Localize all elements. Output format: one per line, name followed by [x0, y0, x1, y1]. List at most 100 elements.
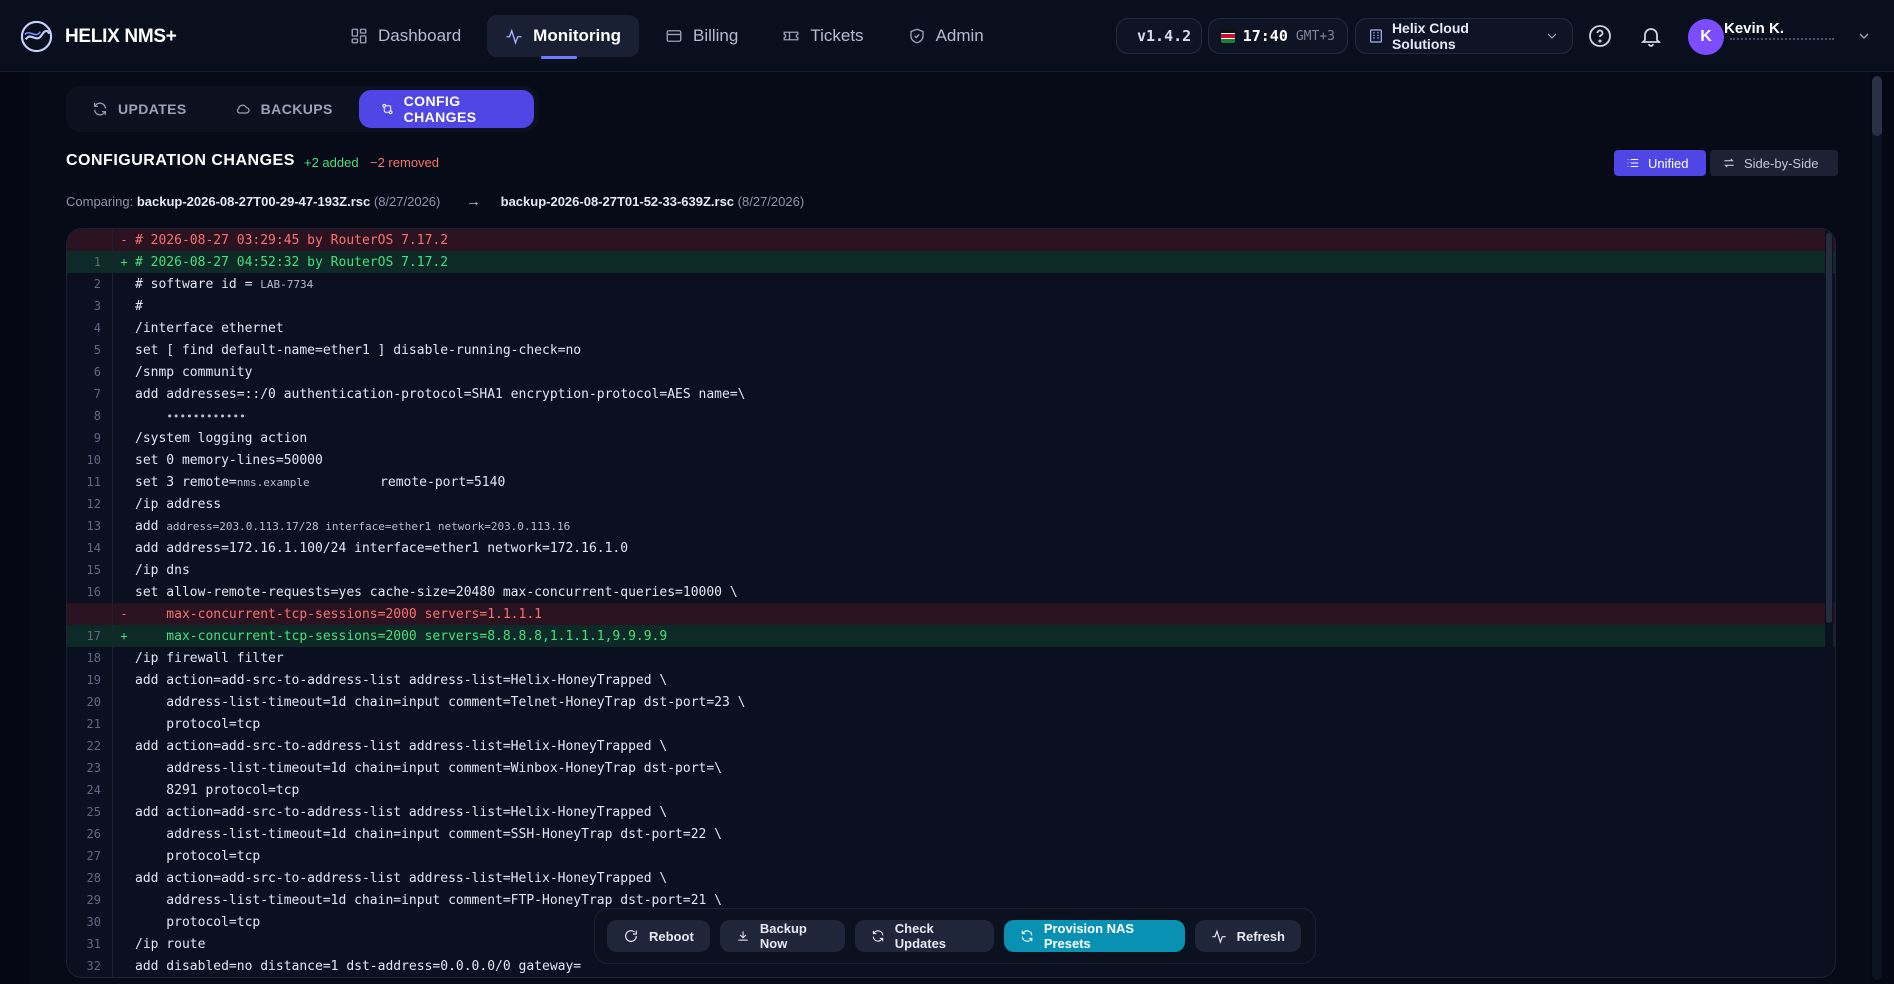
diff-line-removed: - max-concurrent-tcp-sessions=2000 serve… — [67, 603, 1835, 625]
organization-selector[interactable]: Helix Cloud Solutions — [1355, 18, 1573, 54]
tab-updates[interactable]: UPDATES — [70, 90, 209, 128]
diff-line-text: address-list-timeout=1d chain=input comm… — [135, 695, 1835, 710]
list-icon — [1627, 158, 1639, 168]
diff-gutter — [101, 845, 113, 867]
page-scrollbar[interactable] — [1870, 72, 1894, 984]
diff-line-text: add addresses=::/0 authentication-protoc… — [135, 387, 1835, 402]
unified-view-button[interactable]: Unified — [1614, 150, 1706, 176]
provision-nas-presets-button[interactable]: Provision NAS Presets — [1003, 920, 1185, 952]
tab-backups-label: BACKUPS — [260, 101, 333, 117]
diff-line: 26 address-list-timeout=1d chain=input c… — [67, 823, 1835, 845]
diff-line: 6/snmp community — [67, 361, 1835, 383]
diff-line: 16 set allow-remote-requests=yes cache-si… — [67, 581, 1835, 603]
diff-line: 9/system logging action — [67, 427, 1835, 449]
bell-icon — [1640, 28, 1662, 47]
line-number: 25 — [86, 805, 101, 819]
diff-code: set 3 remote= — [135, 474, 237, 490]
backup-now-button[interactable]: Backup Now — [719, 920, 845, 952]
diff-line-text: /ip address — [135, 497, 1835, 512]
diff-line: 5 set [ find default-name=ether1 ] disabl… — [67, 339, 1835, 361]
diff-viewer[interactable]: - # 2026-08-27 03:29:45 by RouterOS 7.17.… — [66, 228, 1836, 978]
line-number: 30 — [86, 915, 101, 929]
user-menu-toggle[interactable] — [1856, 28, 1872, 49]
diff-gutter — [101, 405, 113, 427]
unified-view-label: Unified — [1648, 155, 1689, 171]
diff-code: address-list-timeout=1d chain=input comm… — [135, 826, 722, 842]
refresh-button[interactable]: Refresh — [1194, 920, 1301, 952]
diff-code: protocol=tcp — [135, 914, 261, 930]
diff-gutter — [101, 471, 113, 493]
added-count: +2 added — [304, 155, 359, 170]
diff-gutter — [101, 757, 113, 779]
side-by-side-view-label: Side-by-Side — [1744, 155, 1819, 171]
diff-code: max-concurrent-tcp-sessions=2000 servers… — [135, 606, 542, 622]
diff-code: add action=add-src-to-address-list addre… — [135, 870, 668, 886]
line-number: 3 — [93, 299, 101, 313]
notifications-button[interactable] — [1639, 24, 1663, 48]
page-scroll-thumb[interactable] — [1872, 76, 1882, 136]
page-scroll-track[interactable] — [1872, 76, 1882, 980]
line-number: 1 — [93, 255, 101, 269]
nav-billing-label: Billing — [692, 26, 739, 45]
diff-line-text: add action=add-src-to-address-list addre… — [135, 871, 1835, 886]
line-number: 21 — [86, 717, 101, 731]
line-number: 22 — [86, 739, 101, 753]
diff-line-removed: - # 2026-08-27 03:29:45 by RouterOS 7.17.… — [67, 229, 1835, 251]
diff-gutter — [101, 691, 113, 713]
diff-code: address-list-timeout=1d chain=input comm… — [135, 892, 722, 908]
diff-gutter — [101, 515, 113, 537]
brand[interactable]: HELIX NMS+ — [20, 20, 177, 53]
help-icon — [1589, 25, 1611, 47]
line-number: 10 — [86, 453, 101, 467]
reboot-label: Reboot — [649, 928, 694, 944]
nav-monitoring[interactable]: Monitoring — [487, 15, 639, 59]
diff-line: 15/ip dns — [67, 559, 1835, 581]
diff-code: add addresses=::/0 authentication-protoc… — [135, 386, 746, 402]
diff-line: 23 address-list-timeout=1d chain=input c… — [67, 757, 1835, 779]
tab-backups[interactable]: BACKUPS — [213, 90, 355, 128]
diff-code: address-list-timeout=1d chain=input comm… — [135, 760, 722, 776]
view-toggle: Unified Side-by-Side — [1614, 150, 1838, 176]
brand-name: HELIX NMS+ — [65, 25, 177, 47]
version-badge: v1.4.2 — [1116, 18, 1202, 54]
diff-code: 8291 protocol=tcp — [135, 782, 300, 798]
side-by-side-view-button[interactable]: Side-by-Side — [1710, 150, 1838, 176]
provision-nas-presets-label: Provision NAS Presets — [1043, 921, 1135, 951]
main-nav: Dashboard Monitoring Billing Tickets Adm… — [332, 15, 1002, 59]
refresh-icon — [1021, 930, 1032, 942]
organization-name: Helix Cloud Solutions — [1391, 20, 1469, 52]
diff-line-text: protocol=tcp — [135, 717, 1835, 732]
diff-gutter — [101, 361, 113, 383]
user-name[interactable]: Kevin K. — [1724, 20, 1784, 37]
line-number: 27 — [86, 849, 101, 863]
diff-scroll-thumb[interactable] — [1826, 233, 1832, 623]
git-compare-icon — [382, 103, 393, 115]
check-updates-button[interactable]: Check Updates — [854, 920, 994, 952]
chevron-down-icon — [1859, 33, 1869, 39]
tab-config-changes[interactable]: CONFIG CHANGES — [358, 90, 534, 128]
diff-code: protocol=tcp — [135, 848, 261, 864]
diff-line: 7 add addresses=::/0 authentication-proto… — [67, 383, 1835, 405]
diff-gutter — [101, 823, 113, 845]
diff-scrollbar[interactable] — [1825, 229, 1833, 977]
diff-gutter — [101, 295, 113, 317]
diff-code: set allow-remote-requests=yes cache-size… — [135, 584, 738, 600]
reboot-button[interactable]: Reboot — [607, 920, 710, 952]
diff-code: set 0 memory-lines=50000 — [135, 452, 323, 468]
diff-gutter — [101, 889, 113, 911]
nav-billing[interactable]: Billing — [647, 15, 756, 57]
diff-code: /ip firewall filter — [135, 650, 284, 666]
nav-tickets[interactable]: Tickets — [764, 15, 881, 57]
diff-gutter — [101, 427, 113, 449]
nav-monitoring-label: Monitoring — [533, 26, 621, 45]
diff-line-text: set 0 memory-lines=50000 — [135, 453, 1835, 468]
line-number: 11 — [86, 475, 101, 489]
nav-dashboard[interactable]: Dashboard — [332, 15, 479, 57]
nav-admin[interactable]: Admin — [890, 15, 1002, 57]
user-avatar[interactable]: K — [1688, 19, 1724, 55]
diff-code: # software id = — [135, 276, 261, 292]
shield-icon — [909, 28, 924, 44]
help-button[interactable] — [1588, 24, 1612, 48]
rotate-icon — [625, 930, 637, 942]
diff-line: 12/ip address — [67, 493, 1835, 515]
